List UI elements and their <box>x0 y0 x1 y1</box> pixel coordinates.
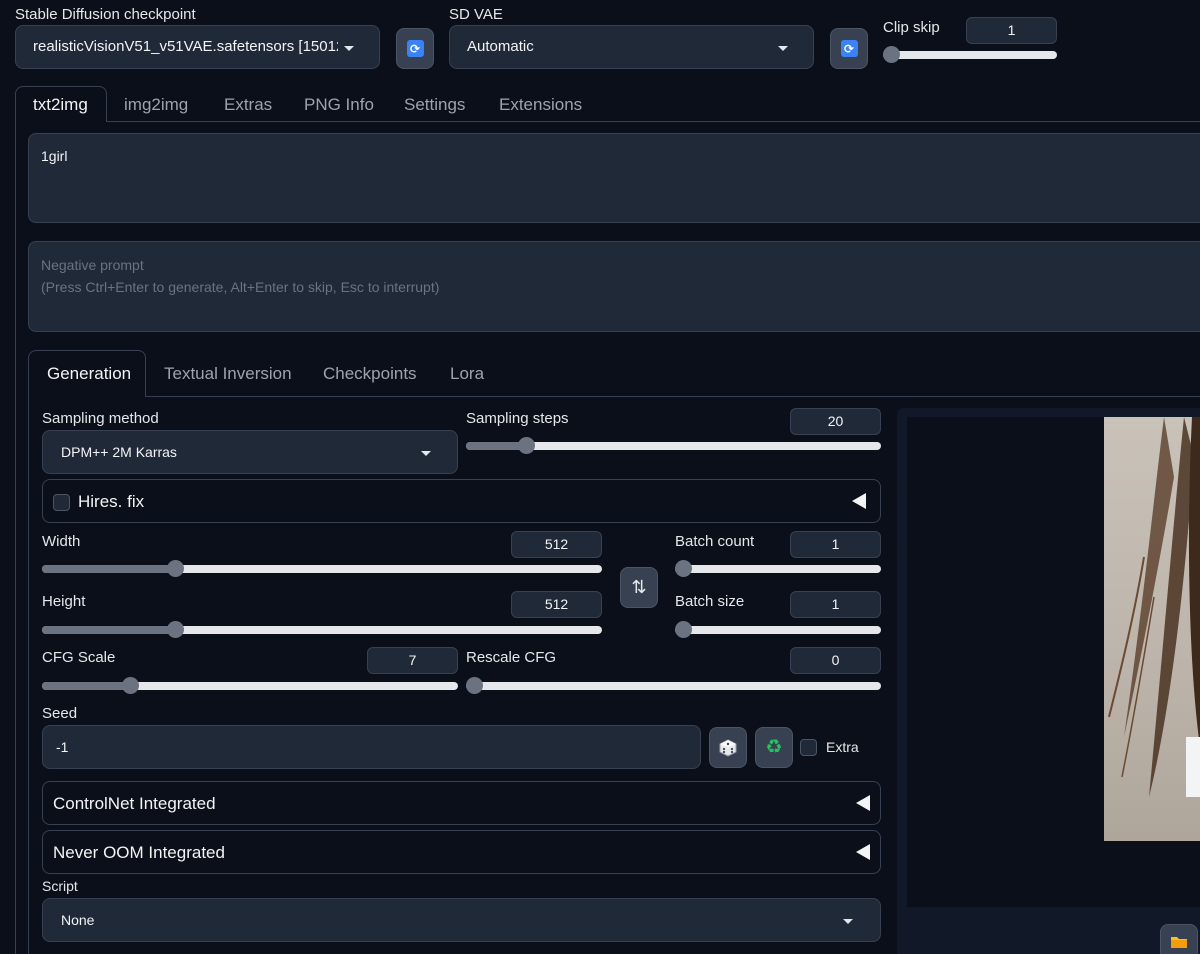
prompt-text: 1girl <box>41 148 68 164</box>
tab-extensions[interactable]: Extensions <box>499 95 582 115</box>
vae-value: Automatic <box>467 38 534 55</box>
tab-extras[interactable]: Extras <box>224 95 272 115</box>
generated-image[interactable] <box>1104 417 1200 841</box>
chevron-down-icon <box>778 46 788 51</box>
script-label: Script <box>42 878 78 894</box>
tab-textual-inversion[interactable]: Textual Inversion <box>164 364 292 384</box>
hires-fix-checkbox[interactable] <box>53 494 70 511</box>
checkpoint-label: Stable Diffusion checkpoint <box>15 6 196 23</box>
seed-input[interactable]: -1 <box>42 725 701 769</box>
generated-image-content <box>1108 417 1200 797</box>
swap-dimensions-button[interactable]: ⇅ <box>620 567 658 608</box>
height-slider[interactable] <box>42 621 602 638</box>
batch-size-label: Batch size <box>675 593 745 610</box>
slider-handle[interactable] <box>466 677 483 694</box>
clip-skip-input[interactable]: 1 <box>966 17 1057 44</box>
extra-label: Extra <box>826 739 859 755</box>
chevron-down-icon <box>344 46 354 51</box>
slider-handle[interactable] <box>517 437 535 454</box>
hires-fix-label: Hires. fix <box>78 492 145 511</box>
batch-count-label: Batch count <box>675 533 755 550</box>
slider-handle[interactable] <box>883 46 900 63</box>
cfg-scale-slider[interactable] <box>42 677 458 694</box>
rescale-cfg-label: Rescale CFG <box>466 649 557 666</box>
slider-handle[interactable] <box>675 621 692 638</box>
vae-dropdown[interactable]: Automatic <box>449 25 814 69</box>
collapse-triangle-icon[interactable] <box>856 844 870 860</box>
seed-value: -1 <box>56 739 69 755</box>
tab-txt2img[interactable]: txt2img <box>33 95 88 115</box>
panel-border <box>15 121 16 954</box>
negative-prompt-placeholder-2: (Press Ctrl+Enter to generate, Alt+Enter… <box>41 279 440 295</box>
main-tab-bar-divider <box>15 121 1200 122</box>
cfg-scale-input[interactable]: 7 <box>367 647 458 674</box>
negative-prompt-input[interactable]: Negative prompt (Press Ctrl+Enter to gen… <box>28 241 1200 332</box>
script-dropdown[interactable]: None <box>42 898 881 942</box>
sampling-steps-input[interactable]: 20 <box>790 408 881 435</box>
rescale-cfg-slider[interactable] <box>466 677 881 694</box>
width-label: Width <box>42 533 81 550</box>
batch-size-input[interactable]: 1 <box>790 591 881 618</box>
vae-label: SD VAE <box>449 6 503 23</box>
swap-dimensions-icon: ⇅ <box>631 577 647 597</box>
slider-handle[interactable] <box>121 677 139 694</box>
never-oom-label: Never OOM Integrated <box>53 843 225 862</box>
checkpoint-dropdown[interactable]: realisticVisionV51_v51VAE.safetensors [1… <box>15 25 380 69</box>
clip-skip-label: Clip skip <box>883 19 940 36</box>
chevron-down-icon <box>843 919 853 924</box>
refresh-icon: ⟳ <box>406 40 424 57</box>
random-seed-button[interactable] <box>709 727 747 768</box>
tab-generation[interactable]: Generation <box>47 364 131 384</box>
panel-border <box>28 396 29 954</box>
width-input[interactable]: 512 <box>511 531 602 558</box>
prompt-input[interactable]: 1girl <box>28 133 1200 223</box>
chevron-down-icon <box>421 451 431 456</box>
negative-prompt-placeholder-1: Negative prompt <box>41 257 144 273</box>
recycle-icon: ♻ <box>765 737 783 758</box>
batch-size-slider[interactable] <box>675 621 881 638</box>
collapse-triangle-icon[interactable] <box>856 795 870 811</box>
refresh-checkpoint-button[interactable]: ⟳ <box>396 28 434 69</box>
refresh-vae-button[interactable]: ⟳ <box>830 28 868 69</box>
sampling-steps-label: Sampling steps <box>466 410 569 427</box>
extra-seed-checkbox[interactable] <box>800 739 817 756</box>
checkpoint-value: realisticVisionV51_v51VAE.safetensors [1… <box>33 38 338 55</box>
collapse-triangle-icon[interactable] <box>852 493 866 509</box>
tab-checkpoints[interactable]: Checkpoints <box>323 364 417 384</box>
controlnet-accordion[interactable]: ControlNet Integrated <box>42 781 881 825</box>
slider-handle[interactable] <box>166 560 184 577</box>
hires-fix-accordion[interactable]: Hires. fix <box>42 479 881 523</box>
tab-settings[interactable]: Settings <box>404 95 465 115</box>
batch-count-slider[interactable] <box>675 560 881 577</box>
height-label: Height <box>42 593 86 610</box>
clip-skip-slider[interactable] <box>883 46 1057 63</box>
height-input[interactable]: 512 <box>511 591 602 618</box>
cfg-scale-label: CFG Scale <box>42 649 116 666</box>
rescale-cfg-input[interactable]: 0 <box>790 647 881 674</box>
sampling-method-label: Sampling method <box>42 410 159 427</box>
tab-lora[interactable]: Lora <box>450 364 484 384</box>
open-folder-button[interactable] <box>1160 924 1198 954</box>
sub-tab-bar-divider <box>28 396 1200 397</box>
slider-handle[interactable] <box>675 560 692 577</box>
script-value: None <box>61 912 95 928</box>
width-slider[interactable] <box>42 560 602 577</box>
folder-icon <box>1171 937 1187 948</box>
never-oom-accordion[interactable]: Never OOM Integrated <box>42 830 881 874</box>
sampling-steps-slider[interactable] <box>466 437 881 454</box>
slider-handle[interactable] <box>166 621 184 638</box>
sampling-method-dropdown[interactable]: DPM++ 2M Karras <box>42 430 458 474</box>
dice-icon <box>719 738 737 757</box>
controlnet-label: ControlNet Integrated <box>53 794 216 813</box>
refresh-icon: ⟳ <box>840 40 858 57</box>
tab-img2img[interactable]: img2img <box>124 95 188 115</box>
tab-png-info[interactable]: PNG Info <box>304 95 374 115</box>
sampling-method-value: DPM++ 2M Karras <box>61 444 177 460</box>
batch-count-input[interactable]: 1 <box>790 531 881 558</box>
seed-label: Seed <box>42 705 78 722</box>
reuse-seed-button[interactable]: ♻ <box>755 727 793 768</box>
